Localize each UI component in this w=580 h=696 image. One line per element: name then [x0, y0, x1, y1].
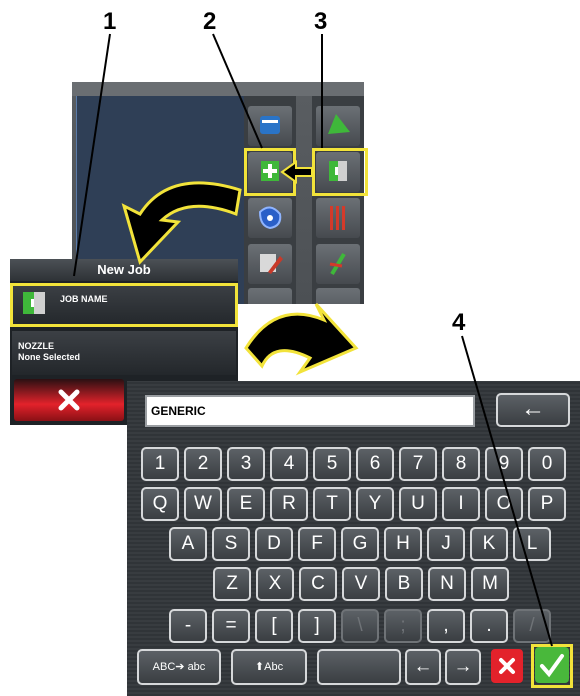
- leader-line-4: [461, 335, 553, 647]
- leader-line-2: [212, 33, 263, 149]
- curved-arrow-right: [244, 302, 359, 376]
- button-arrow: [280, 160, 313, 184]
- curved-arrow-left: [121, 181, 242, 265]
- annotation-overlay: [73, 33, 553, 647]
- leader-line-1: [73, 33, 111, 277]
